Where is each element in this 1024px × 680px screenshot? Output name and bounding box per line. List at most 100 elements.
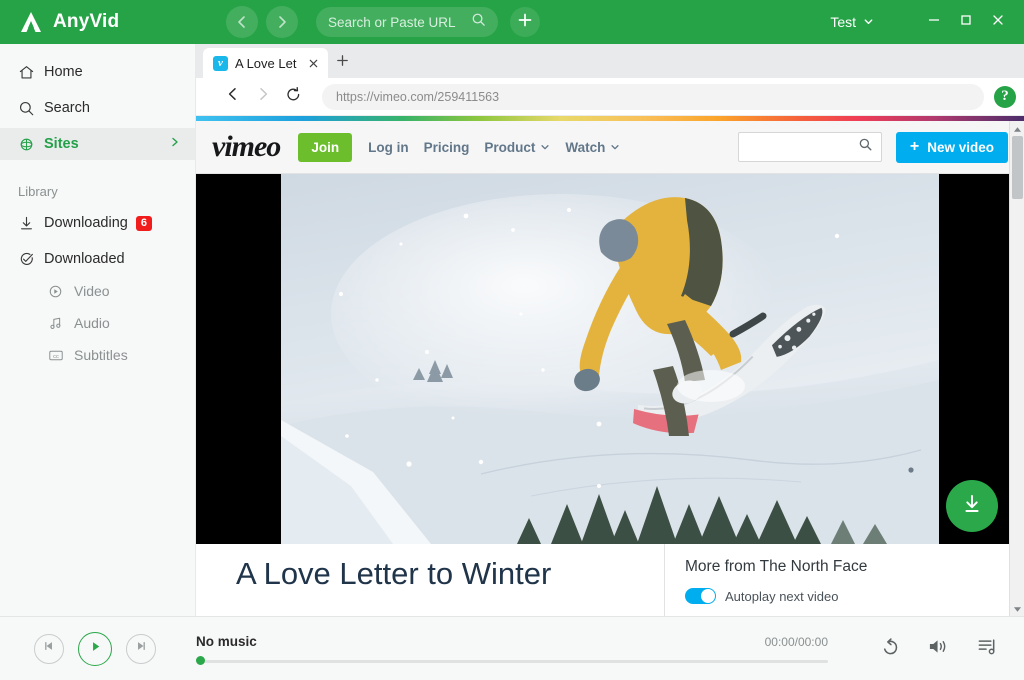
skip-next-icon xyxy=(134,639,148,658)
volume-icon xyxy=(927,636,950,662)
sidebar-section-library: Library xyxy=(18,184,58,199)
sidebar-subitem-label: Audio xyxy=(74,315,110,331)
playback-progress-bar[interactable] xyxy=(196,656,828,665)
titlebar-forward-button[interactable] xyxy=(266,6,298,38)
vimeo-navbar: vimeo Join Log in Pricing Product Watch xyxy=(196,121,1024,174)
sidebar-item-home[interactable]: Home xyxy=(0,56,195,88)
search-icon xyxy=(18,100,44,117)
nav-link-label: Pricing xyxy=(423,139,470,155)
close-button[interactable] xyxy=(984,9,1012,35)
nav-link-pricing[interactable]: Pricing xyxy=(424,140,470,155)
autoplay-label: Autoplay next video xyxy=(725,588,839,604)
help-button[interactable]: ? xyxy=(994,85,1016,108)
play-circle-icon xyxy=(48,284,74,299)
scroll-down-button[interactable] xyxy=(1010,601,1024,616)
sidebar-item-label: Downloaded xyxy=(44,251,125,267)
account-menu-button[interactable]: Test xyxy=(830,14,874,30)
embedded-browser: v A Love Let https://vimeo.com/259411563… xyxy=(196,44,1024,616)
browser-tab-strip: v A Love Let xyxy=(196,44,1024,78)
check-circle-icon xyxy=(18,251,44,268)
play-button[interactable] xyxy=(78,631,112,666)
next-track-button[interactable] xyxy=(126,633,156,664)
sidebar-subitem-audio[interactable]: Audio xyxy=(0,307,195,339)
page-scrollbar[interactable] xyxy=(1009,121,1024,616)
sidebar-item-search[interactable]: Search xyxy=(0,92,195,124)
video-thumbnail[interactable] xyxy=(281,174,939,544)
chevron-down-icon xyxy=(540,140,550,155)
chevron-right-icon xyxy=(169,136,181,152)
scroll-up-button[interactable] xyxy=(1010,121,1024,136)
page-back-button[interactable] xyxy=(218,83,248,111)
scrollbar-thumb[interactable] xyxy=(1012,136,1023,199)
download-video-button[interactable] xyxy=(946,480,998,532)
plus-icon: + xyxy=(909,138,920,155)
page-title: A Love Letter to Winter xyxy=(236,556,552,591)
search-icon xyxy=(471,12,486,32)
vimeo-page: vimeo Join Log in Pricing Product Watch xyxy=(196,116,1024,616)
sidebar-subitem-label: Video xyxy=(74,283,110,299)
nav-link-watch[interactable]: Watch xyxy=(565,140,620,155)
nav-link-login[interactable]: Log in xyxy=(368,140,409,155)
progress-handle[interactable] xyxy=(196,656,205,665)
anyvid-window: AnyVid Search or Paste URL Test Home Sea… xyxy=(0,0,1024,680)
closed-caption-icon: cc xyxy=(48,348,74,363)
player-secondary-controls xyxy=(880,636,1024,662)
player-track-row: No music 00:00/00:00 xyxy=(196,634,866,649)
question-mark-icon: ? xyxy=(1001,88,1009,104)
new-video-button[interactable]: + New video xyxy=(895,131,1008,163)
url-input[interactable]: https://vimeo.com/259411563 xyxy=(322,83,984,110)
queue-button[interactable] xyxy=(976,636,998,662)
maximize-button[interactable] xyxy=(952,9,980,35)
volume-button[interactable] xyxy=(927,636,950,662)
vimeo-logo[interactable]: vimeo xyxy=(212,130,281,164)
page-forward-button[interactable] xyxy=(248,83,278,111)
play-icon xyxy=(88,639,103,659)
titlebar-back-button[interactable] xyxy=(226,6,258,38)
autoplay-toggle[interactable] xyxy=(685,588,716,604)
vimeo-search-input[interactable] xyxy=(737,132,882,162)
triangle-down-icon xyxy=(1013,600,1022,617)
previous-track-button[interactable] xyxy=(34,633,64,664)
sidebar-item-sites[interactable]: Sites xyxy=(0,128,195,160)
nav-link-label: Watch xyxy=(565,139,606,155)
account-label: Test xyxy=(830,14,856,30)
repeat-button[interactable] xyxy=(880,636,901,662)
app-brand: AnyVid xyxy=(0,9,196,35)
playback-time: 00:00/00:00 xyxy=(764,635,828,649)
player-track-info: No music 00:00/00:00 xyxy=(196,634,880,665)
download-icon xyxy=(959,491,985,522)
sidebar-item-label: Search xyxy=(44,100,90,116)
browser-tab-title: A Love Let xyxy=(235,55,297,71)
add-tab-button[interactable] xyxy=(510,7,540,37)
progress-track xyxy=(196,660,828,663)
svg-text:cc: cc xyxy=(53,354,59,360)
sidebar-item-label: Home xyxy=(44,64,83,80)
skip-previous-icon xyxy=(42,639,56,658)
autoplay-row: Autoplay next video xyxy=(685,588,1024,604)
search-or-paste-url-input[interactable]: Search or Paste URL xyxy=(316,7,498,37)
sidebar-subitem-subtitles[interactable]: cc Subtitles xyxy=(0,339,195,371)
minimize-button[interactable] xyxy=(920,9,948,35)
page-reload-button[interactable] xyxy=(278,83,308,111)
title-bar: AnyVid Search or Paste URL Test xyxy=(0,0,1024,44)
tab-close-icon[interactable] xyxy=(308,58,319,69)
home-icon xyxy=(18,64,44,81)
download-arrow-icon xyxy=(18,215,44,232)
sidebar-item-downloading[interactable]: Downloading 6 xyxy=(0,207,195,239)
join-button[interactable]: Join xyxy=(298,132,353,162)
browser-tab[interactable]: v A Love Let xyxy=(203,48,329,78)
new-video-label: New video xyxy=(927,139,994,155)
playlist-queue-icon xyxy=(976,636,998,662)
video-title-block: A Love Letter to Winter xyxy=(196,544,664,616)
video-player-stage[interactable] xyxy=(196,174,1024,544)
search-input-placeholder: Search or Paste URL xyxy=(328,14,456,30)
sidebar-subitem-video[interactable]: Video xyxy=(0,275,195,307)
video-info-row: A Love Letter to Winter More from The No… xyxy=(196,544,1024,616)
sidebar-item-downloaded[interactable]: Downloaded xyxy=(0,243,195,275)
nav-link-product[interactable]: Product xyxy=(484,140,550,155)
app-name: AnyVid xyxy=(53,11,120,32)
more-from-heading: More from The North Face xyxy=(685,558,868,575)
sidebar-item-label: Sites xyxy=(44,136,79,152)
new-tab-button[interactable] xyxy=(328,48,356,78)
arrow-right-icon xyxy=(255,86,271,107)
